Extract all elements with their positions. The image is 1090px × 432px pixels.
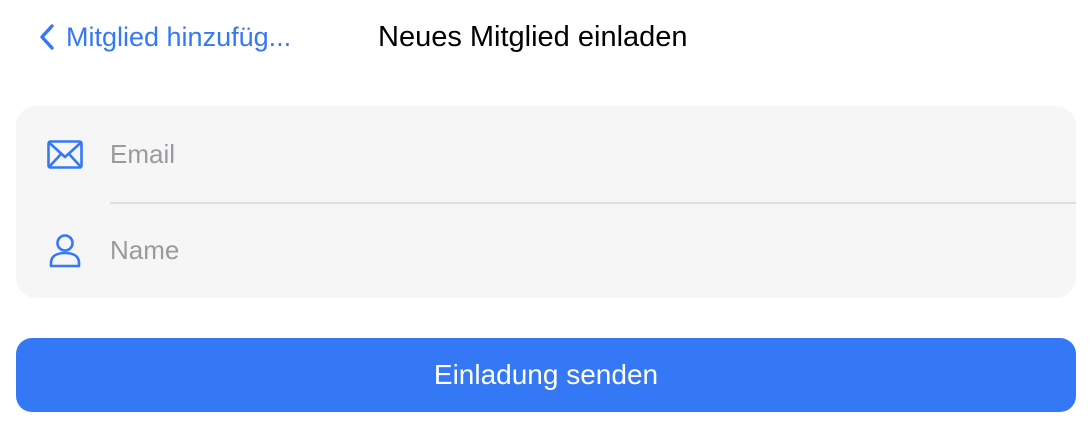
page-title: Neues Mitglied einladen (378, 21, 688, 53)
envelope-icon (46, 136, 84, 174)
send-invitation-button[interactable]: Einladung senden (16, 338, 1076, 412)
chevron-left-icon (38, 22, 56, 52)
email-row (16, 106, 1076, 204)
back-button[interactable]: Mitglied hinzufüg... (38, 18, 291, 56)
back-button-label: Mitglied hinzufüg... (66, 21, 292, 52)
invite-form (16, 106, 1076, 298)
email-field[interactable] (110, 128, 1050, 180)
person-icon (46, 232, 84, 270)
name-row (16, 202, 1076, 298)
name-field[interactable] (110, 224, 1050, 276)
navigation-bar: Mitglied hinzufüg... Neues Mitglied einl… (0, 0, 1090, 76)
